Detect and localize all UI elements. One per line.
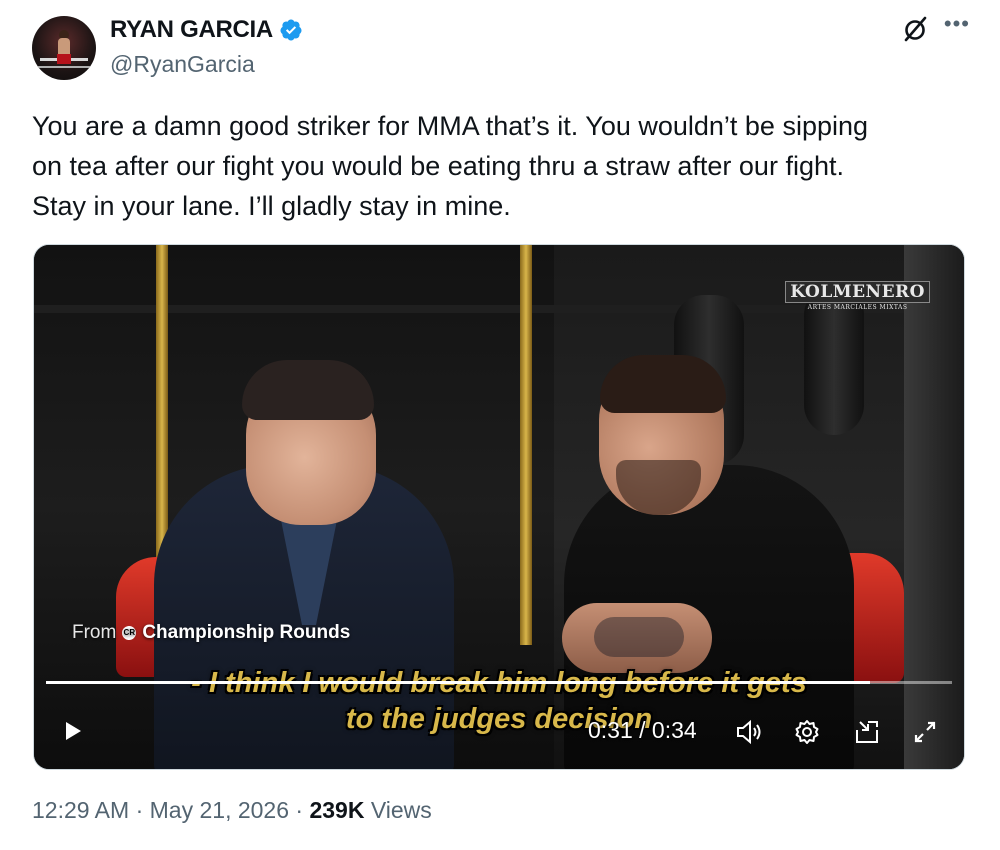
- video-progress-fill: [46, 681, 871, 684]
- author-handle[interactable]: @RyanGarcia: [110, 51, 255, 78]
- fullscreen-icon[interactable]: [910, 717, 940, 747]
- from-label: From: [72, 622, 117, 643]
- tweet-text-line: You are a damn good striker for MMA that…: [32, 111, 869, 141]
- watermark-title: KOLMENERO: [785, 281, 930, 303]
- tweet-text-line: on tea after our fight you would be eati…: [32, 151, 844, 181]
- views-label: Views: [370, 797, 432, 823]
- tweet-time[interactable]: 12:29 AM: [32, 797, 129, 823]
- author-name-row: RYAN GARCIA: [110, 16, 303, 44]
- volume-icon[interactable]: [734, 717, 764, 747]
- tweet-text-line: Stay in your lane. I’ll gladly stay in m…: [32, 191, 511, 221]
- video-time: 0:31 / 0:34: [588, 717, 697, 743]
- picture-in-picture-icon[interactable]: [852, 717, 882, 747]
- channel-logo-icon: CR: [122, 626, 137, 640]
- tweet-actions-top: •••: [900, 13, 970, 44]
- video-progress-bar[interactable]: [46, 681, 952, 684]
- play-icon[interactable]: [60, 719, 84, 743]
- avatar[interactable]: [32, 16, 96, 80]
- more-icon[interactable]: •••: [944, 13, 970, 35]
- video-watermark-logo: KOLMENERO ARTES MARCIALES MIXTAS: [785, 281, 930, 311]
- settings-icon[interactable]: [792, 717, 822, 747]
- tweet-text: You are a damn good striker for MMA that…: [32, 106, 962, 226]
- video-player[interactable]: KOLMENERO ARTES MARCIALES MIXTAS From CR…: [33, 244, 965, 770]
- tweet-date[interactable]: May 21, 2026: [150, 797, 289, 823]
- video-controls: 0:31 / 0:34: [34, 707, 964, 757]
- channel-name[interactable]: Championship Rounds: [142, 622, 350, 644]
- watermark-subtitle: ARTES MARCIALES MIXTAS: [807, 304, 908, 311]
- author-display-name[interactable]: RYAN GARCIA: [110, 16, 273, 44]
- video-source-attribution[interactable]: From CR Championship Rounds: [72, 622, 350, 644]
- meta-separator: ·: [135, 797, 150, 823]
- views-count: 239K: [309, 797, 365, 823]
- meta-separator: ·: [295, 797, 310, 823]
- grok-icon[interactable]: [900, 14, 930, 44]
- tweet-meta: 12:29 AM · May 21, 2026 · 239K Views: [32, 797, 432, 824]
- verified-badge-icon: [280, 19, 302, 41]
